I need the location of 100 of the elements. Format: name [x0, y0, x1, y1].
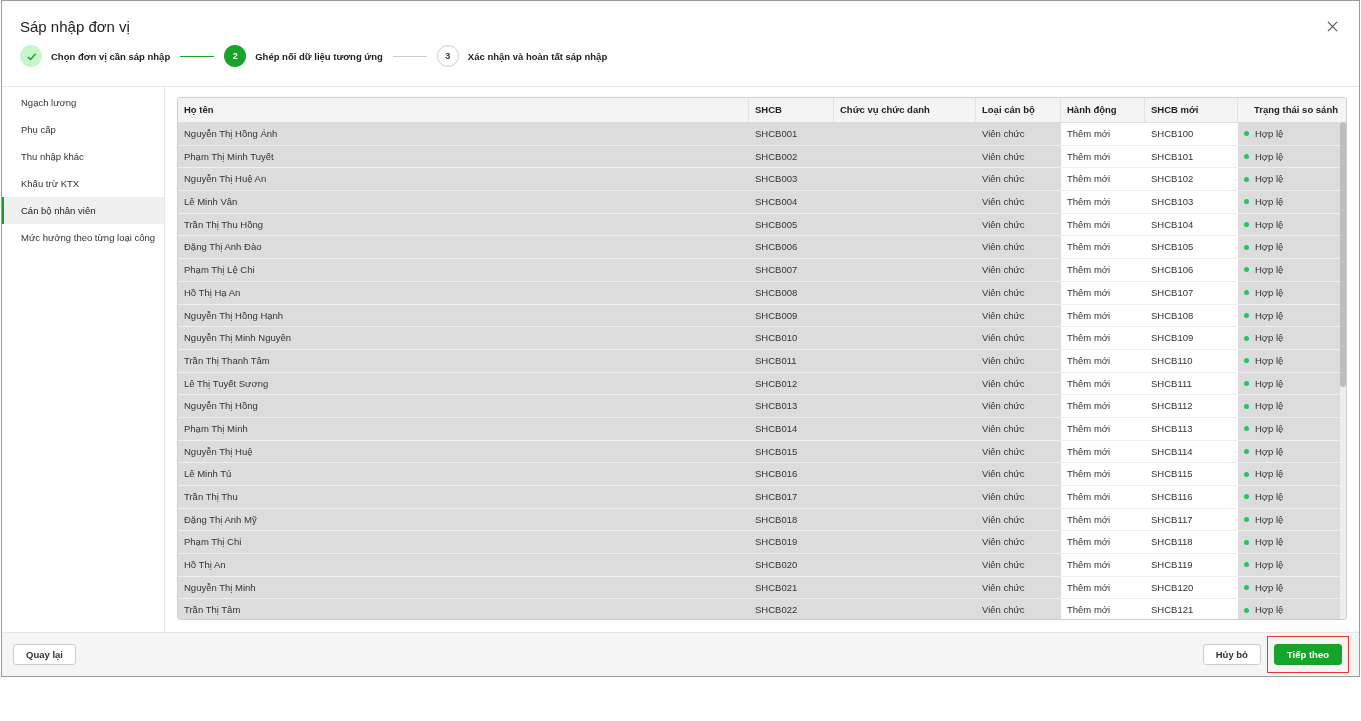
step-label: Chọn đơn vị cần sáp nhập [51, 50, 171, 62]
table-cell: Thêm mới [1061, 463, 1145, 485]
table-cell: SHCB111 [1145, 372, 1238, 395]
table-cell-text: SHCB016 [754, 467, 799, 482]
table-cell: SHCB100 [1145, 123, 1238, 145]
table-cell-text: Viên chức [981, 512, 1026, 527]
status-text: Hợp lệ [1255, 399, 1284, 414]
status-text: Hợp lệ [1255, 331, 1284, 346]
table-cell: Thêm mới [1061, 508, 1145, 531]
table-cell-text: SHCB015 [754, 444, 799, 459]
table-cell: SHCB103 [1145, 191, 1238, 213]
table-cell: Thêm mới [1061, 349, 1145, 372]
table-cell-text: Viên chức [981, 308, 1026, 323]
table-cell-text: Hồ Thị An [183, 558, 227, 573]
table-cell-text: Viên chức [981, 580, 1026, 595]
close-icon[interactable] [1327, 21, 1338, 32]
status-text: Hợp lệ [1255, 308, 1284, 323]
table-cell-text: Phạm Thị Lệ Chi [183, 263, 256, 278]
table-cell: Thêm mới [1061, 554, 1145, 576]
sidebar-item[interactable]: Cán bộ nhân viên [2, 197, 164, 224]
table-cell-text: SHCB010 [754, 331, 799, 346]
table-cell: SHCB102 [1145, 168, 1238, 191]
table-cell: Thêm mới [1061, 599, 1145, 619]
table-cell: Thêm mới [1061, 486, 1145, 508]
table-cell-text: Lê Minh Vân [183, 195, 239, 210]
back-button[interactable]: Quay lại [13, 644, 76, 665]
status-text: Hợp lệ [1255, 512, 1284, 527]
scrollbar[interactable] [1340, 122, 1346, 619]
status-text: Hợp lệ [1255, 580, 1284, 595]
table-cell-text: Phạm Thị Minh Tuyết [183, 149, 275, 164]
column-header: SHCB mới [1145, 98, 1238, 122]
table-cell-text: Nguyễn Thị Huệ [183, 444, 254, 459]
column-header: Họ tên [178, 98, 749, 122]
status-text: Hợp lệ [1255, 603, 1284, 618]
table-cell-text: SHCB003 [754, 172, 799, 187]
sidebar-item[interactable]: Khấu trừ KTX [2, 170, 164, 197]
table-cell-text: Nguyễn Thị Minh Nguyên [183, 331, 293, 346]
table-cell: Thêm mới [1061, 440, 1145, 463]
status-text: Hợp lệ [1255, 421, 1284, 436]
table-cell-text: SHCB004 [754, 195, 799, 210]
table-cell: Thêm mới [1061, 395, 1145, 417]
table-cell-text: Viên chức [981, 240, 1026, 255]
table-cell: SHCB119 [1145, 554, 1238, 576]
table-cell-text: Nguyễn Thị Huệ An [183, 172, 268, 187]
step-indicator: 2 [224, 45, 247, 67]
table-cell-text: SHCB021 [754, 580, 799, 595]
table-cell-text: Viên chức [981, 353, 1026, 368]
table-cell-text: Viên chức [981, 535, 1026, 550]
table-cell: SHCB104 [1145, 213, 1238, 236]
table-cell-text: Viên chức [981, 217, 1026, 232]
table-cell-text: SHCB001 [754, 127, 799, 141]
table-cell-text: Viên chức [981, 444, 1026, 459]
table-cell-text: Trần Thị Thu Hồng [183, 217, 265, 232]
table-cell-text: SHCB019 [754, 535, 799, 550]
status-text: Hợp lệ [1255, 263, 1284, 278]
table-cell-text: Nguyễn Thị Hồng [183, 399, 259, 414]
table-cell: Thêm mới [1061, 372, 1145, 395]
table-cell: Thêm mới [1061, 236, 1145, 259]
table-cell: Thêm mới [1061, 327, 1145, 349]
table-cell-text: Viên chức [981, 421, 1026, 436]
table-cell: SHCB106 [1145, 259, 1238, 281]
table-cell-text: SHCB008 [754, 285, 799, 300]
table-cell-text: Viên chức [981, 603, 1026, 618]
status-text: Hợp lệ [1255, 353, 1284, 368]
column-header: Hành động [1061, 98, 1145, 122]
table-cell: SHCB112 [1145, 395, 1238, 417]
table-cell: SHCB114 [1145, 440, 1238, 463]
table-cell-text: Trần Thị Thanh Tâm [183, 353, 271, 368]
table-cell-text: Lê Thị Tuyết Sương [183, 376, 270, 391]
table-cell-text: Viên chức [981, 558, 1026, 573]
table-cell: Thêm mới [1061, 191, 1145, 213]
table-cell-text: SHCB013 [754, 399, 799, 414]
table-cell: Thêm mới [1061, 213, 1145, 236]
table-cell: Thêm mới [1061, 304, 1145, 327]
table-cell-text: Phạm Thị Minh [183, 421, 249, 436]
window-title: Sáp nhập đơn vị [20, 18, 130, 35]
status-text: Hợp lệ [1255, 172, 1284, 187]
table-cell-text: Phạm Thị Chi [183, 535, 243, 550]
table-cell: Thêm mới [1061, 259, 1145, 281]
table-cell-text: SHCB007 [754, 263, 799, 278]
table-cell: SHCB118 [1145, 531, 1238, 554]
status-text: Hợp lệ [1255, 149, 1284, 164]
cancel-button[interactable]: Hủy bỏ [1202, 644, 1261, 665]
sidebar-item[interactable]: Mức hưởng theo từng loại công [2, 224, 164, 251]
table-cell-text: SHCB014 [754, 421, 799, 436]
table-cell-text: Viên chức [981, 172, 1026, 187]
table-cell: Thêm mới [1061, 417, 1145, 440]
table-cell-text: SHCB002 [754, 149, 799, 164]
table-cell-text: Viên chức [981, 149, 1026, 164]
table-cell: SHCB101 [1145, 145, 1238, 168]
sidebar-item[interactable]: Thu nhập khác [2, 143, 164, 170]
table-cell-text: Viên chức [981, 263, 1026, 278]
column-header: Trạng thái so sánh [1253, 103, 1339, 117]
table-cell-text: Viên chức [981, 127, 1026, 141]
table-cell-text: Viên chức [981, 490, 1026, 504]
table-cell: SHCB110 [1145, 349, 1238, 372]
sidebar-item[interactable]: Phụ cấp [2, 116, 164, 143]
sidebar-item[interactable]: Ngạch lương [2, 89, 164, 116]
table-cell-text: Viên chức [981, 285, 1026, 300]
table-cell: Thêm mới [1061, 576, 1145, 599]
